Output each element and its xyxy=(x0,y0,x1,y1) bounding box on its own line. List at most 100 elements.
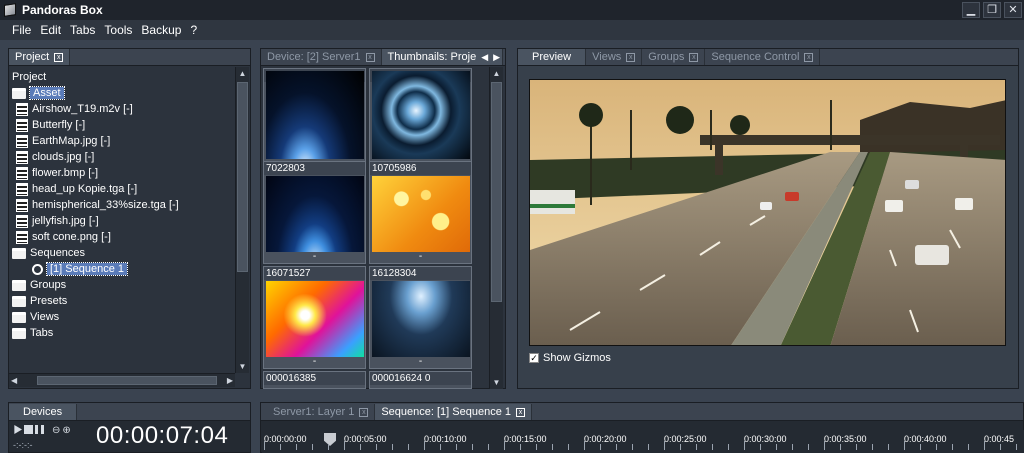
project-vscroll[interactable]: ▲ ▼ xyxy=(235,67,249,373)
tab-close-icon[interactable]: x xyxy=(626,52,636,62)
show-gizmos-option[interactable]: ✓ Show Gizmos xyxy=(529,352,611,364)
menu-help[interactable]: ? xyxy=(190,23,197,37)
tab-close-icon[interactable]: x xyxy=(359,407,369,417)
ruler-tick xyxy=(536,444,537,450)
menu-edit[interactable]: Edit xyxy=(40,23,61,37)
tab-close-icon[interactable]: x xyxy=(54,52,64,62)
thumbnail-cell[interactable]: 10705986 - xyxy=(369,161,472,264)
thumbnail-cell[interactable]: 000016624 0 xyxy=(369,371,472,389)
tab-scroll-left-icon[interactable]: ◀ xyxy=(481,52,488,63)
ruler-tick xyxy=(840,444,841,450)
groups-folder-label: Groups xyxy=(30,279,67,291)
pause-icon[interactable] xyxy=(35,425,44,434)
project-panel: Project x Project Asset Airshow_T19.m2v … xyxy=(8,48,251,389)
tab-groups[interactable]: Groups x xyxy=(642,49,706,65)
minimize-button[interactable]: ▁ xyxy=(962,2,980,18)
preview-image[interactable] xyxy=(529,79,1006,346)
tab-sequence-control[interactable]: Sequence Control x xyxy=(705,49,821,65)
menu-tabs[interactable]: Tabs xyxy=(70,23,95,37)
tab-sequence[interactable]: Sequence: [1] Sequence 1 x xyxy=(375,404,532,420)
tree-asset[interactable]: jellyfish.jpg [-] xyxy=(12,213,240,229)
zoom-in-icon[interactable]: ⊕ xyxy=(62,425,70,436)
scroll-up-icon[interactable]: ▲ xyxy=(236,67,249,80)
thumbnail-cell[interactable]: - xyxy=(263,68,366,171)
tree-asset[interactable]: Butterfly [-] xyxy=(12,117,240,133)
menu-tools[interactable]: Tools xyxy=(104,23,132,37)
tab-views[interactable]: Views x xyxy=(586,49,643,65)
tree-asset[interactable]: soft cone.png [-] xyxy=(12,229,240,245)
tree-root-label: Project xyxy=(12,71,47,83)
tab-devices[interactable]: Devices xyxy=(9,404,78,420)
thumbnails-vscroll[interactable]: ▲ ▼ xyxy=(489,67,503,389)
tree-asset[interactable]: head_up Kopie.tga [-] xyxy=(12,181,240,197)
scroll-thumb[interactable] xyxy=(237,82,248,272)
tab-preview[interactable]: Preview xyxy=(518,49,587,65)
tree-sequence-item[interactable]: [1] Sequence 1 xyxy=(12,261,240,277)
ruler-tick xyxy=(904,441,905,450)
tab-device-label: Device: [2] Server1 xyxy=(267,51,361,63)
tree-groups-folder[interactable]: Groups xyxy=(12,277,240,293)
tree-sequences-folder[interactable]: Sequences xyxy=(12,245,240,261)
film-icon xyxy=(16,230,28,244)
tree-root[interactable]: Project xyxy=(12,69,240,85)
tab-groups-label: Groups xyxy=(648,51,685,63)
scroll-down-icon[interactable]: ▼ xyxy=(490,376,503,389)
restore-button[interactable]: ❐ xyxy=(983,2,1001,18)
thumbnails-panel: Device: [2] Server1 x Thumbnails: Proje … xyxy=(260,48,506,389)
hscroll-thumb[interactable] xyxy=(37,376,217,385)
preview-panel: Preview Views x Groups x Sequence Control x xyxy=(517,48,1019,389)
tab-close-icon[interactable]: x xyxy=(516,407,525,417)
ruler-label: 0:00:15:00 xyxy=(504,434,547,444)
tab-server-layer[interactable]: Server1: Layer 1 x xyxy=(267,404,376,420)
stop-icon[interactable] xyxy=(24,425,33,434)
tree-asset[interactable]: flower.bmp [-] xyxy=(12,165,240,181)
zoom-out-icon[interactable]: ⊖ xyxy=(52,425,60,436)
tab-close-icon[interactable]: x xyxy=(365,52,375,62)
tree-views-folder[interactable]: Views xyxy=(12,309,240,325)
scroll-down-icon[interactable]: ▼ xyxy=(236,360,249,373)
menu-file[interactable]: File xyxy=(12,23,31,37)
turbine-thumbnail xyxy=(372,71,470,159)
scroll-right-icon[interactable]: ▶ xyxy=(227,374,233,387)
play-icon[interactable] xyxy=(14,425,22,434)
ruler-tick xyxy=(360,444,361,450)
tab-close-icon[interactable]: x xyxy=(804,52,814,62)
tab-device-server[interactable]: Device: [2] Server1 x xyxy=(261,49,382,65)
presets-folder-icon xyxy=(12,295,26,307)
tree-asset-folder[interactable]: Asset xyxy=(12,85,240,101)
ruler-tick xyxy=(584,441,585,450)
ruler-tick xyxy=(856,444,857,450)
thumbnail-cell[interactable]: 16071527 - xyxy=(263,266,366,369)
show-gizmos-checkbox[interactable]: ✓ xyxy=(529,353,539,363)
scroll-left-icon[interactable]: ◀ xyxy=(11,374,17,387)
scroll-up-icon[interactable]: ▲ xyxy=(490,67,503,80)
thumbnail-cell[interactable]: 7022803 - xyxy=(263,161,366,264)
ruler-tick xyxy=(568,444,569,450)
tab-thumbnails[interactable]: Thumbnails: Proje ◀ ▶ xyxy=(381,49,504,65)
tab-project[interactable]: Project x xyxy=(9,49,71,65)
highway-scene xyxy=(530,80,1005,345)
film-icon xyxy=(16,118,28,132)
ruler-tick xyxy=(296,444,297,450)
tree-asset[interactable]: clouds.jpg [-] xyxy=(12,149,240,165)
ruler-label: 0:00:30:00 xyxy=(744,434,787,444)
thumbnail-cell[interactable]: 16128304 - xyxy=(369,266,472,369)
close-button[interactable]: ✕ xyxy=(1004,2,1022,18)
ruler-tick xyxy=(280,444,281,450)
show-gizmos-label: Show Gizmos xyxy=(543,352,611,364)
ruler-tick xyxy=(408,444,409,450)
scroll-thumb[interactable] xyxy=(491,82,502,302)
thumbnail-cell[interactable]: 000016385 xyxy=(263,371,366,389)
tab-close-icon[interactable]: x xyxy=(689,52,699,62)
tree-tabs-folder[interactable]: Tabs xyxy=(12,325,240,341)
tab-scroll-right-icon[interactable]: ▶ xyxy=(493,52,500,63)
menu-backup[interactable]: Backup xyxy=(141,23,181,37)
ruler-tick xyxy=(936,444,937,450)
ruler-tick xyxy=(488,444,489,450)
tree-presets-folder[interactable]: Presets xyxy=(12,293,240,309)
tree-asset[interactable]: hemispherical_33%size.tga [-] xyxy=(12,197,240,213)
thumbnail-cell[interactable]: - xyxy=(369,68,472,171)
project-hscroll[interactable]: ◀ ▶ xyxy=(9,373,235,387)
tree-asset[interactable]: EarthMap.jpg [-] xyxy=(12,133,240,149)
tree-asset[interactable]: Airshow_T19.m2v [-] xyxy=(12,101,240,117)
